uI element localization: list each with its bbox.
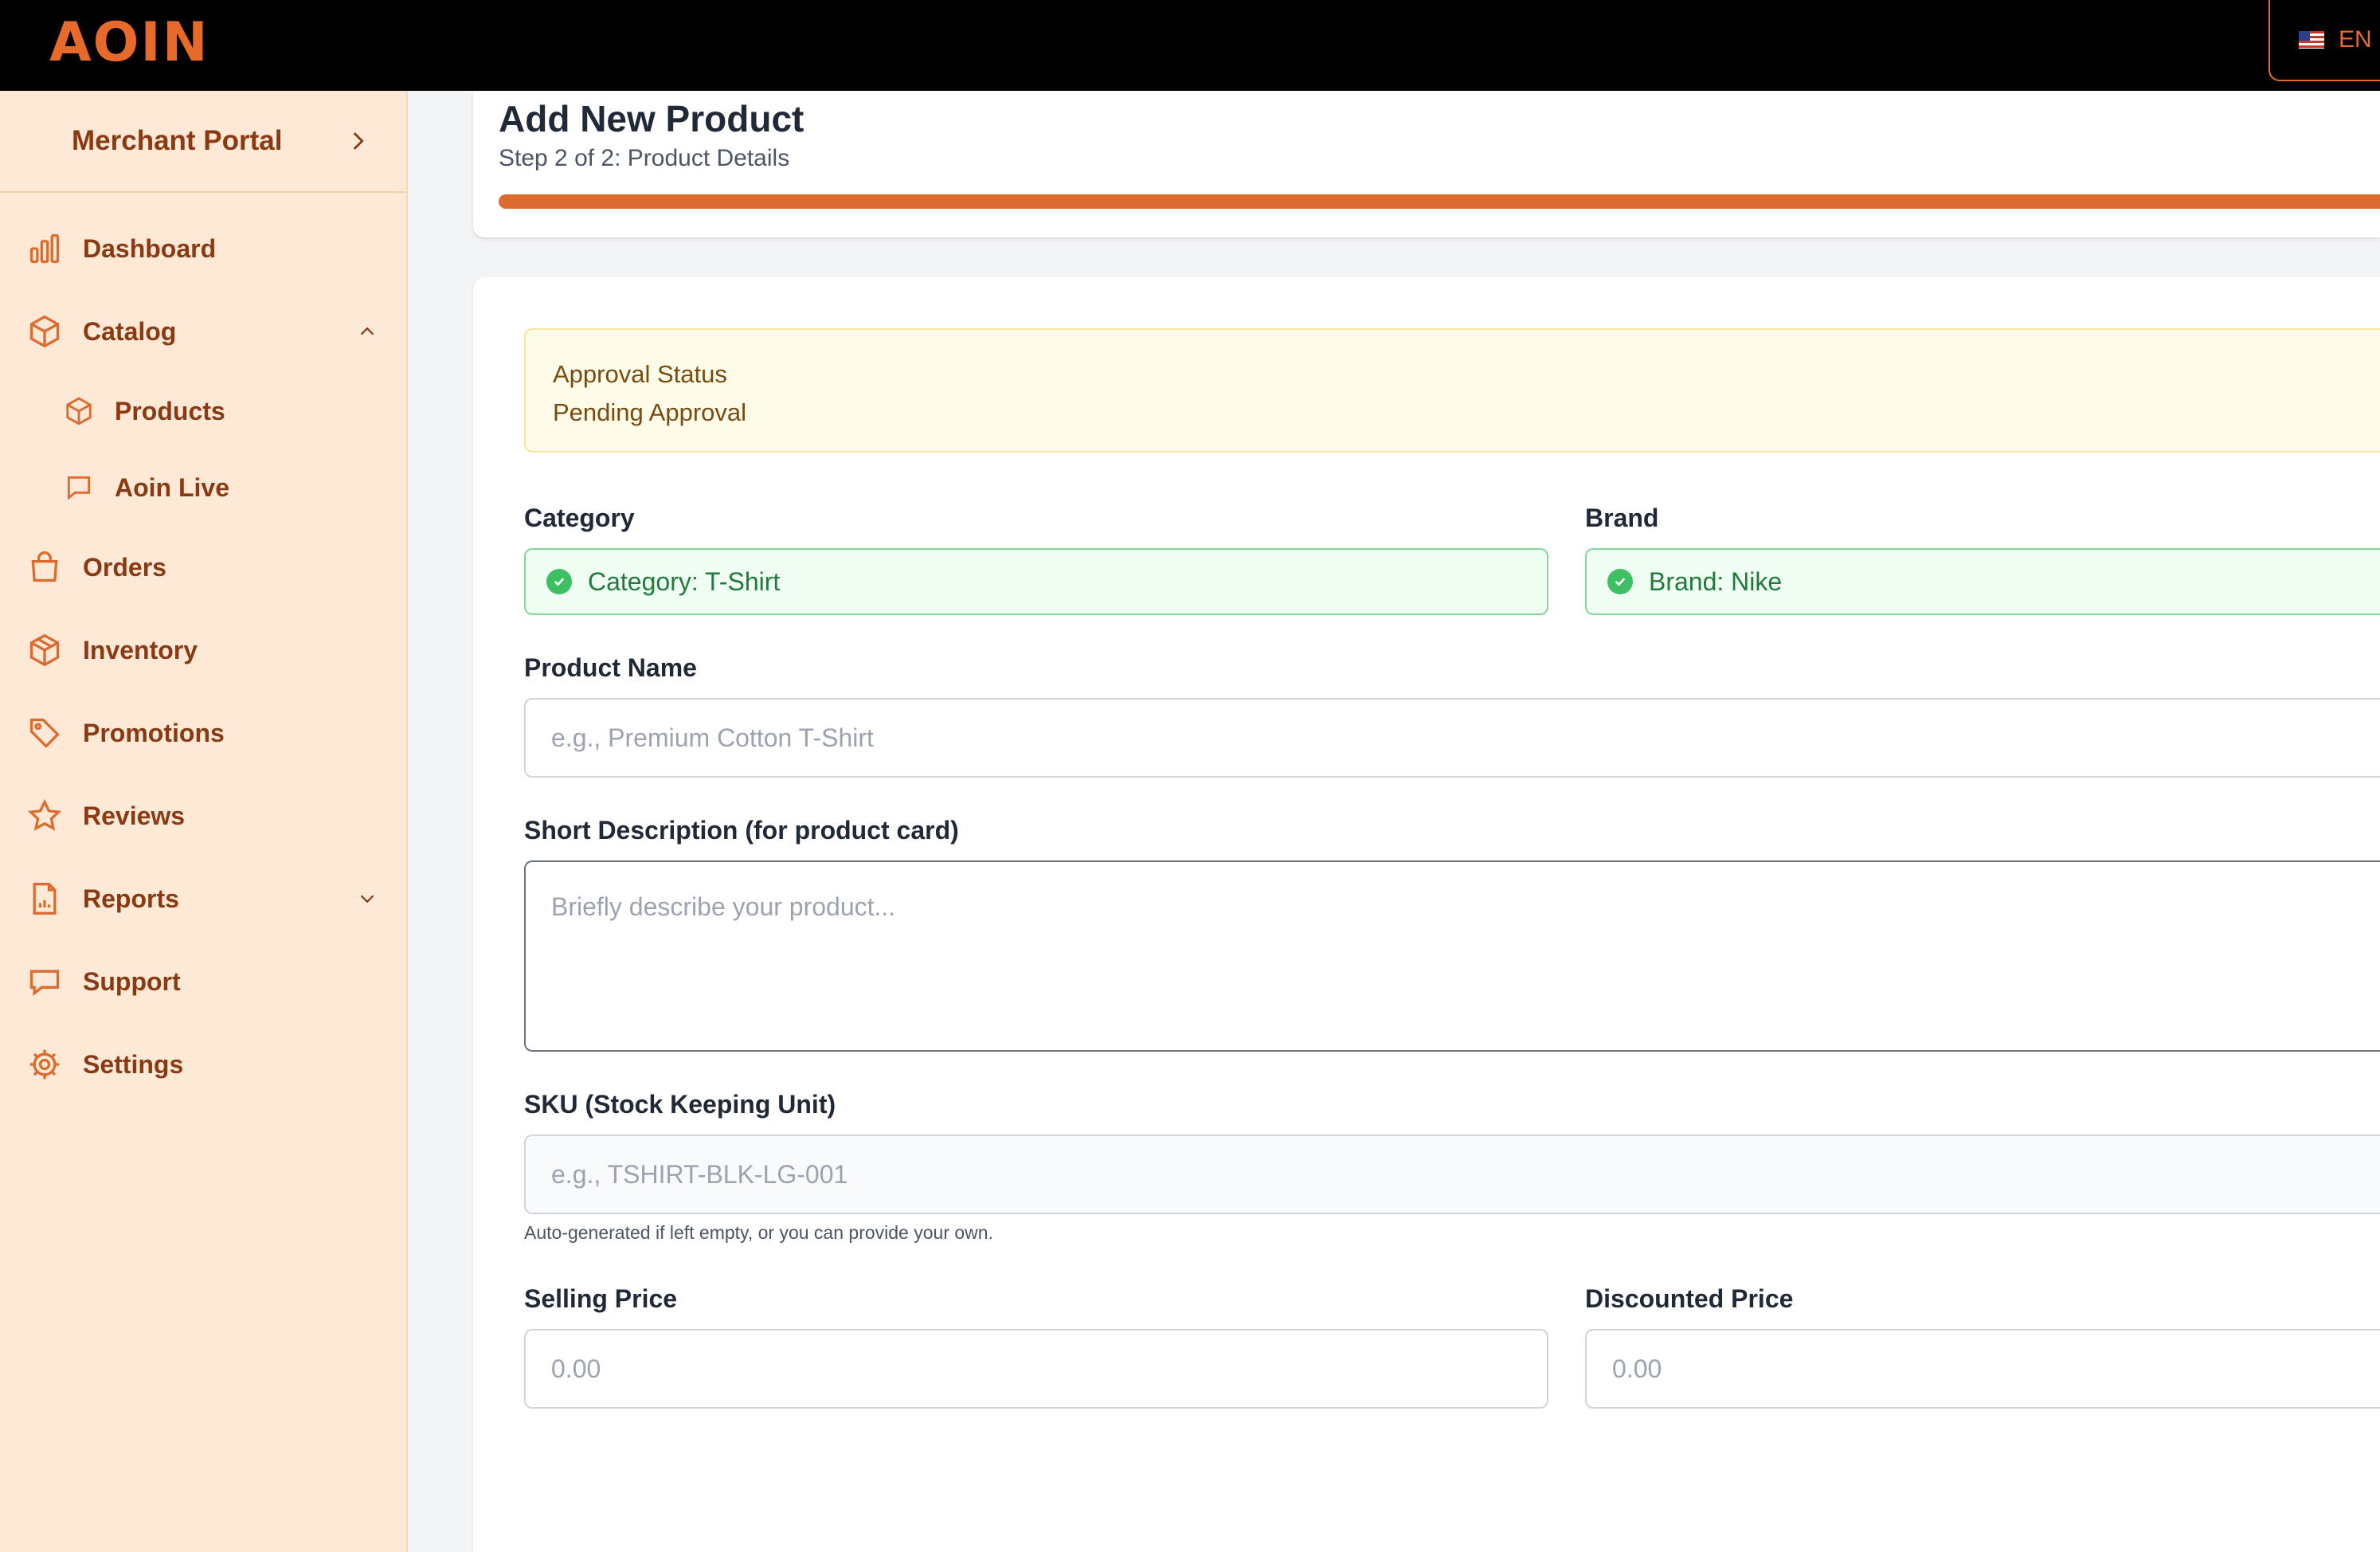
sidebar-item-label: Aoin Live [115, 472, 230, 502]
report-file-icon [33, 883, 57, 915]
sidebar-item-label: Dashboard [83, 233, 217, 263]
short-description-placeholder: Briefly describe your product... [551, 892, 896, 921]
us-flag-icon [2299, 31, 2324, 49]
sidebar-item-orders[interactable]: Orders [0, 526, 406, 609]
selling-price-label: Selling Price [524, 1284, 678, 1313]
discounted-price-label: Discounted Price [1585, 1284, 1794, 1313]
page-header-card: Add New Product Step 2 of 2: Product Det… [473, 91, 2380, 237]
language-code: EN [2339, 26, 2372, 53]
speech-bubble-icon [29, 970, 60, 997]
approval-status: Pending Approval [553, 398, 747, 426]
shopping-bag-icon [31, 551, 58, 582]
selling-price-input[interactable]: 0.00 [524, 1329, 1548, 1409]
language-selector[interactable]: EN [2268, 0, 2380, 81]
merchant-portal-toggle[interactable]: Merchant Portal [0, 91, 406, 193]
chevron-right-icon [353, 132, 364, 150]
step-progress-bar [499, 194, 2380, 209]
product-name-label: Product Name [524, 653, 697, 682]
sku-placeholder: e.g., TSHIRT-BLK-LG-001 [551, 1159, 848, 1189]
sidebar-item-aoin-live[interactable]: Aoin Live [0, 449, 406, 526]
tag-icon [29, 718, 60, 748]
sidebar-item-label: Promotions [83, 718, 225, 747]
product-name-input[interactable]: e.g., Premium Cotton T-Shirt [524, 698, 2380, 778]
sidebar-item-label: Inventory [83, 635, 198, 664]
sku-label: SKU (Stock Keeping Unit) [524, 1090, 836, 1119]
brand-field[interactable]: Brand: Nike [1585, 548, 2380, 615]
cube-icon [29, 315, 60, 348]
selling-price-placeholder: 0.00 [551, 1354, 601, 1383]
sidebar-item-settings[interactable]: Settings [0, 1023, 406, 1106]
sidebar-item-inventory[interactable]: Inventory [0, 609, 406, 692]
check-circle-icon [546, 569, 572, 594]
product-form: Approval Status Pending Approval Categor… [473, 277, 2380, 1552]
sidebar-item-label: Settings [83, 1049, 184, 1079]
aoin-logo[interactable]: AOIN [49, 11, 209, 75]
chevron-up-icon[interactable] [355, 319, 379, 343]
sidebar-item-label: Support [83, 966, 181, 996]
bar-chart-icon [29, 233, 60, 264]
product-name-placeholder: e.g., Premium Cotton T-Shirt [551, 723, 874, 752]
sidebar-item-label: Reviews [83, 801, 186, 830]
discounted-price-placeholder: 0.00 [1612, 1354, 1662, 1383]
sidebar-item-reports[interactable]: Reports [0, 857, 406, 940]
approval-status-banner: Approval Status Pending Approval [524, 328, 2380, 453]
category-label: Category [524, 504, 635, 532]
short-description-label: Short Description (for product card) [524, 816, 959, 845]
chat-bubble-icon [67, 476, 91, 500]
check-circle-icon [1607, 569, 1633, 594]
sidebar-item-reviews[interactable]: Reviews [0, 774, 406, 857]
discounted-price-input[interactable]: 0.00 [1585, 1329, 2380, 1409]
progress-fill [499, 194, 2380, 209]
package-icon [29, 633, 60, 667]
sku-hint: Auto-generated if left empty, or you can… [524, 1222, 993, 1243]
sidebar-item-label: Products [115, 396, 225, 425]
sidebar-item-promotions[interactable]: Promotions [0, 692, 406, 774]
brand-label: Brand [1585, 504, 1659, 532]
brand-value: Brand: Nike [1649, 566, 1783, 596]
sidebar-item-catalog[interactable]: Catalog [0, 290, 406, 373]
sidebar-item-dashboard[interactable]: Dashboard [0, 207, 406, 290]
portal-label: Merchant Portal [72, 125, 283, 156]
top-bar: AOIN EN [0, 0, 2380, 91]
sidebar-item-label: Catalog [83, 316, 177, 346]
logo-text: AOIN [49, 11, 209, 74]
step-indicator: Step 2 of 2: Product Details [499, 145, 790, 171]
sidebar-item-support[interactable]: Support [0, 940, 406, 1023]
cube-icon [66, 397, 92, 425]
short-description-textarea[interactable]: Briefly describe your product... [524, 860, 2380, 1052]
page-title: Add New Product [499, 98, 804, 139]
sidebar-item-label: Orders [83, 552, 166, 582]
sidebar: Merchant Portal Dashboard Catalog Produc… [0, 91, 408, 1552]
approval-title: Approval Status [553, 360, 727, 388]
sidebar-nav: Dashboard Catalog Products Aoin Live Ord… [0, 193, 406, 1106]
chevron-down-icon[interactable] [355, 887, 379, 911]
gear-icon [29, 1049, 60, 1080]
category-value: Category: T-Shirt [588, 566, 781, 596]
sku-input[interactable]: e.g., TSHIRT-BLK-LG-001 [524, 1135, 2380, 1214]
sidebar-item-label: Reports [83, 884, 179, 913]
category-field[interactable]: Category: T-Shirt [524, 548, 1548, 615]
sidebar-item-products[interactable]: Products [0, 373, 406, 449]
star-icon [27, 798, 62, 831]
